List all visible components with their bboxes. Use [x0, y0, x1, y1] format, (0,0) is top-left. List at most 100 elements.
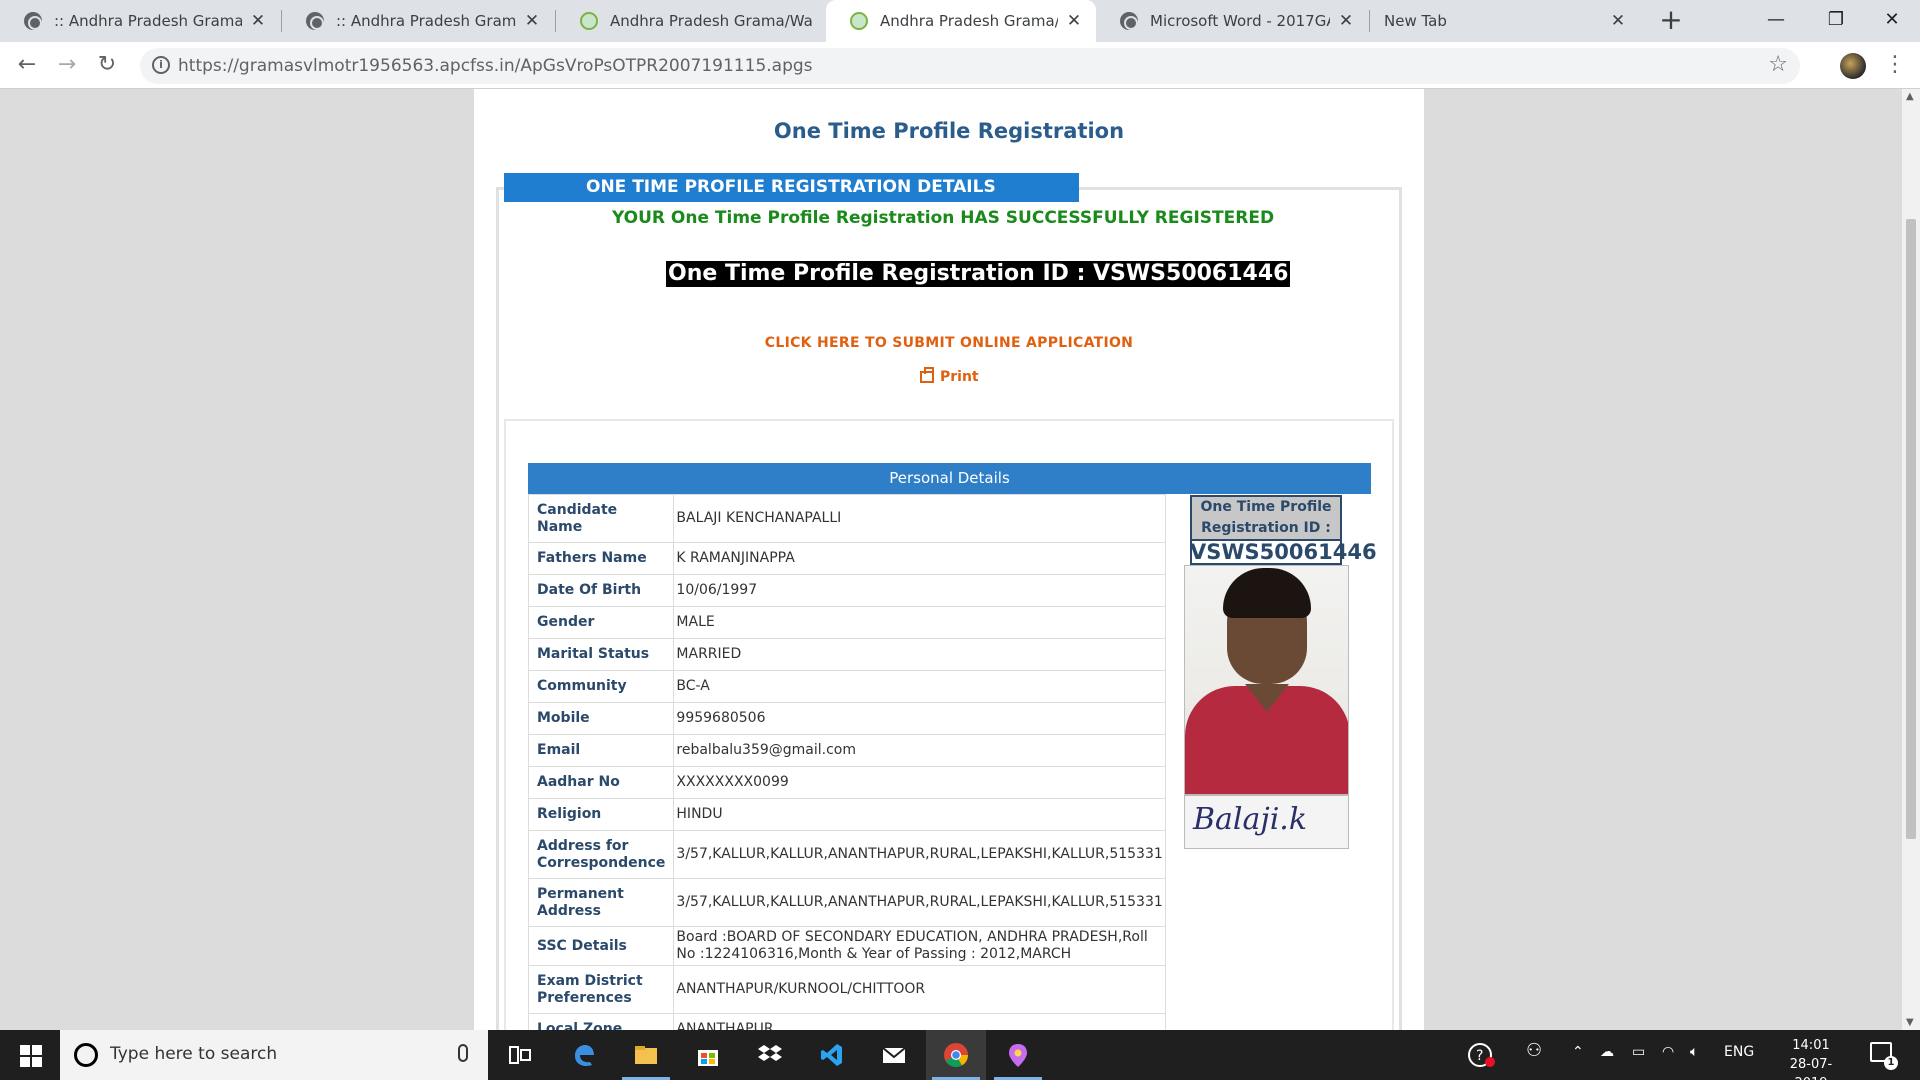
start-button[interactable] — [0, 1030, 58, 1080]
personal-details-header: Personal Details — [528, 463, 1371, 494]
row-value: BALAJI KENCHANAPALLI — [673, 494, 1166, 543]
tab-title: Andhra Pradesh Grama/Ward — [880, 12, 1058, 30]
maps-app-button[interactable] — [988, 1030, 1048, 1080]
info-icon[interactable]: i — [152, 56, 170, 74]
row-label: Email — [527, 734, 675, 767]
search-placeholder[interactable]: Type here to search — [110, 1044, 277, 1064]
close-icon[interactable]: ✕ — [1336, 11, 1356, 31]
browser-tab-4-active[interactable]: Andhra Pradesh Grama/Ward ✕ — [826, 0, 1096, 42]
submit-online-application-link[interactable]: CLICK HERE TO SUBMIT ONLINE APPLICATION — [474, 335, 1424, 351]
id-card-label: One Time Profile Registration ID : — [1190, 495, 1342, 541]
row-value: 10/06/1997 — [673, 574, 1166, 607]
clock-time: 14:01 — [1792, 1038, 1830, 1053]
row-value: HINDU — [673, 798, 1166, 831]
candidate-photo — [1184, 565, 1349, 795]
row-label: SSC Details — [527, 926, 675, 966]
scroll-up-arrow[interactable]: ▲ — [1906, 91, 1914, 102]
chevron-up-icon[interactable]: ⌃ — [1572, 1044, 1584, 1060]
dropbox-icon — [758, 1045, 782, 1061]
taskbar-search-box[interactable]: Type here to search — [60, 1030, 488, 1080]
print-label[interactable]: Print — [940, 369, 979, 385]
browser-tab-6[interactable]: New Tab ✕ — [1370, 0, 1640, 42]
minimize-button[interactable]: — — [1746, 0, 1806, 42]
section-tab-heading: ONE TIME PROFILE REGISTRATION DETAILS — [504, 173, 1079, 202]
onedrive-icon[interactable]: ☁ — [1600, 1044, 1614, 1060]
globe-icon — [24, 12, 42, 30]
row-value: MALE — [673, 606, 1166, 639]
browser-tab-5[interactable]: Microsoft Word - 2017GAD_I ✕ — [1096, 0, 1368, 42]
page-scrollbar[interactable]: ▲ ▼ — [1902, 89, 1920, 1030]
table-row: SSC Details Board :BOARD OF SECONDARY ED… — [527, 926, 1166, 966]
back-button[interactable]: ← — [12, 50, 42, 80]
forward-button[interactable]: → — [52, 50, 82, 80]
clock[interactable]: 14:01 28-07-2019 — [1776, 1036, 1846, 1080]
personal-details-table: Candidate Name BALAJI KENCHANAPALLI Fath… — [527, 494, 1166, 1030]
map-pin-icon — [1009, 1044, 1027, 1067]
table-row: Fathers Name K RAMANJINAPPA — [527, 542, 1166, 575]
browser-toolbar: ← → ↻ i https://gramasvlmotr1956563.apcf… — [0, 42, 1920, 89]
restore-button[interactable]: ❐ — [1806, 0, 1866, 42]
success-message: YOUR One Time Profile Registration HAS S… — [611, 208, 1275, 228]
chrome-button[interactable] — [926, 1030, 986, 1080]
ap-seal-icon — [580, 12, 598, 30]
row-value: Board :BOARD OF SECONDARY EDUCATION, AND… — [673, 926, 1166, 966]
table-row: Email rebalbalu359@gmail.com — [527, 734, 1166, 767]
page-viewport: One Time Profile Registration ONE TIME P… — [0, 89, 1902, 1030]
store-button[interactable] — [678, 1030, 738, 1080]
mail-button[interactable] — [864, 1030, 924, 1080]
address-bar[interactable]: i https://gramasvlmotr1956563.apcfss.in/… — [140, 48, 1800, 84]
table-row: Aadhar No XXXXXXXX0099 — [527, 766, 1166, 799]
wifi-icon[interactable]: ◠ — [1662, 1044, 1674, 1060]
folder-icon — [635, 1046, 657, 1064]
dropbox-button[interactable] — [740, 1030, 800, 1080]
bookmark-star-icon[interactable]: ☆ — [1768, 52, 1788, 77]
new-tab-button[interactable]: + — [1656, 6, 1686, 36]
scroll-down-arrow[interactable]: ▼ — [1906, 1017, 1914, 1028]
submit-link-label[interactable]: CLICK HERE TO SUBMIT ONLINE APPLICATION — [765, 335, 1133, 351]
print-button[interactable]: Print — [920, 367, 979, 385]
row-label: Exam District Preferences — [527, 965, 675, 1014]
task-view-icon — [509, 1046, 531, 1064]
windows-logo-icon — [20, 1057, 30, 1067]
close-icon[interactable]: ✕ — [1608, 11, 1628, 31]
browser-menu-button[interactable]: ⋮ — [1884, 50, 1906, 80]
page-content: One Time Profile Registration ONE TIME P… — [474, 89, 1424, 1030]
help-icon[interactable]: ? — [1468, 1042, 1496, 1072]
people-icon[interactable]: ⚇ — [1526, 1040, 1542, 1061]
row-value: 9959680506 — [673, 702, 1166, 735]
table-row: Community BC-A — [527, 670, 1166, 703]
photo-hair — [1223, 568, 1311, 618]
visual-studio-button[interactable] — [802, 1030, 862, 1080]
table-row: Local Zone ANANTHAPUR — [527, 1013, 1166, 1030]
tab-title: :: Andhra Pradesh Grama/Wa — [336, 12, 516, 30]
row-value: rebalbalu359@gmail.com — [673, 734, 1166, 767]
browser-tab-1[interactable]: :: Andhra Pradesh Grama/Wa ✕ — [0, 0, 280, 42]
table-row: Mobile 9959680506 — [527, 702, 1166, 735]
close-icon[interactable]: ✕ — [1064, 11, 1084, 31]
row-label: Date Of Birth — [527, 574, 675, 607]
close-icon[interactable]: ✕ — [522, 11, 542, 31]
store-bag-icon — [698, 1050, 718, 1066]
row-value: ANANTHAPUR/KURNOOL/CHITTOOR — [673, 965, 1166, 1014]
chrome-icon — [944, 1043, 968, 1068]
browser-tab-2[interactable]: :: Andhra Pradesh Grama/Wa ✕ — [282, 0, 554, 42]
scroll-thumb[interactable] — [1906, 219, 1916, 839]
window-close-button[interactable]: ✕ — [1862, 0, 1920, 42]
volume-icon[interactable]: 🔈︎ — [1690, 1044, 1698, 1060]
microphone-icon[interactable] — [458, 1044, 468, 1062]
row-value: 3/57,KALLUR,KALLUR,ANANTHAPUR,RURAL,LEPA… — [673, 878, 1166, 927]
task-view-button[interactable] — [490, 1030, 550, 1080]
tab-title: Microsoft Word - 2017GAD_I — [1150, 12, 1330, 30]
row-label: Local Zone — [527, 1013, 675, 1030]
language-indicator[interactable]: ENG — [1724, 1044, 1754, 1060]
file-explorer-button[interactable] — [616, 1030, 676, 1080]
edge-browser-button[interactable] — [554, 1030, 614, 1080]
close-icon[interactable]: ✕ — [248, 11, 268, 31]
reload-button[interactable]: ↻ — [92, 50, 122, 80]
tab-title: Andhra Pradesh Grama/Ward — [610, 12, 814, 30]
battery-icon[interactable]: ▭ — [1632, 1044, 1645, 1060]
edge-icon — [575, 1045, 594, 1066]
url-text[interactable]: https://gramasvlmotr1956563.apcfss.in/Ap… — [178, 56, 813, 76]
browser-tab-3[interactable]: Andhra Pradesh Grama/Ward — [556, 0, 826, 42]
profile-avatar[interactable] — [1840, 53, 1866, 79]
